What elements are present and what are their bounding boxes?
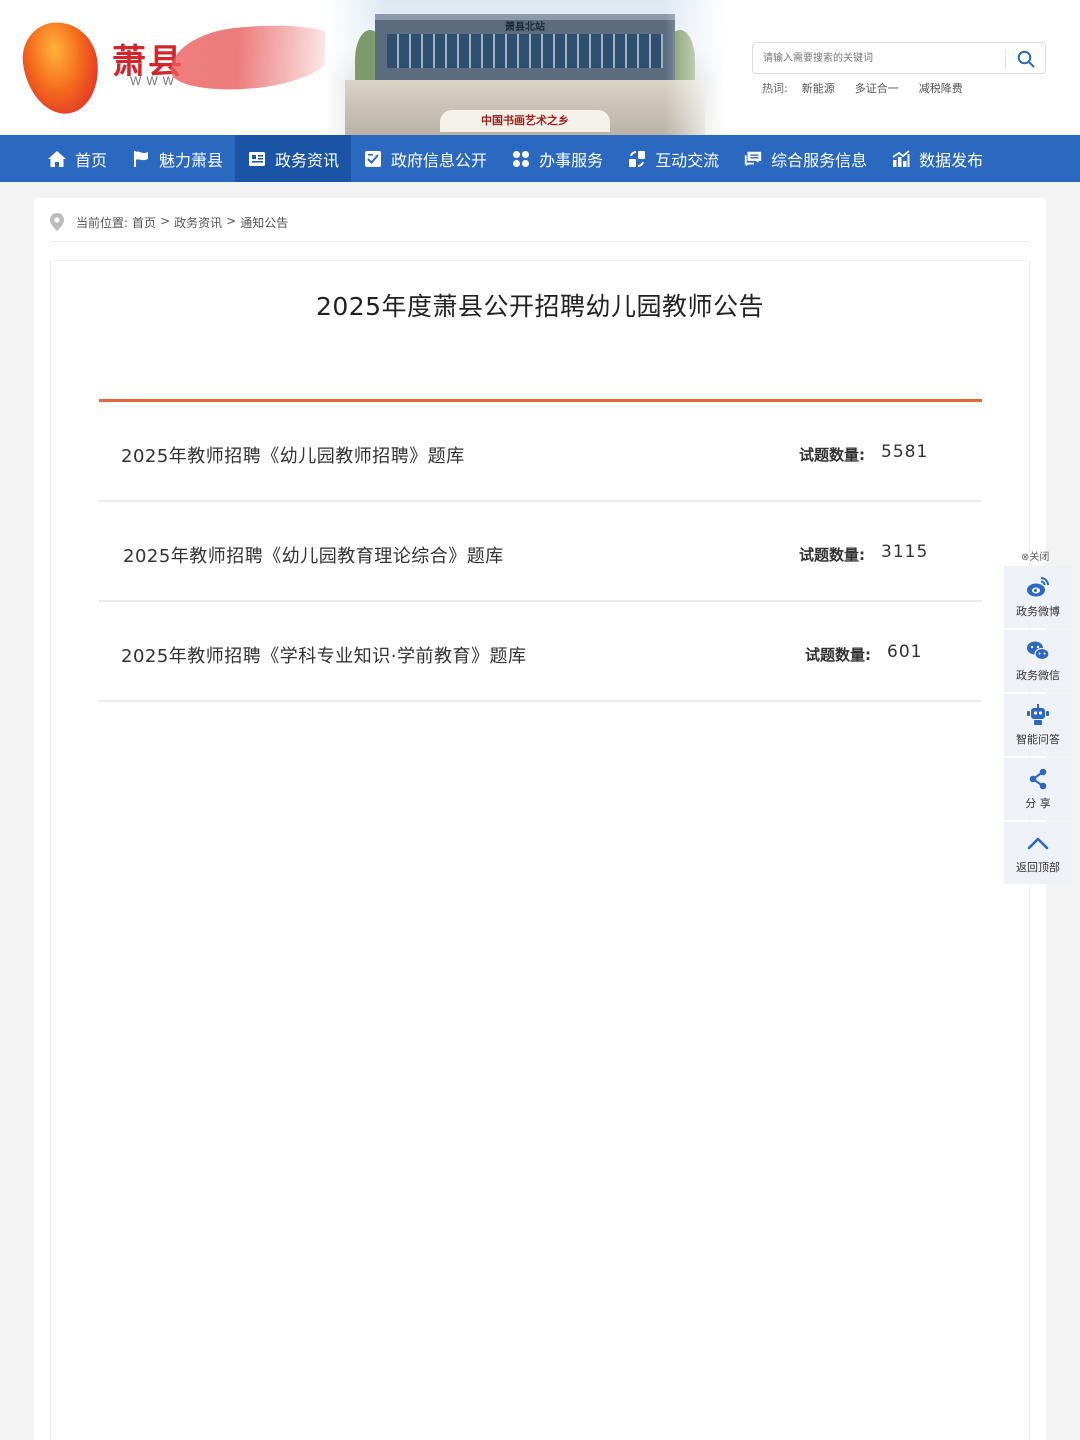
side-item-label: 返回顶部 bbox=[1016, 861, 1060, 874]
content-card: 当前位置: 首页 > 政务资讯 > 通知公告 2025年度萧县公开招聘幼儿园教师… bbox=[34, 198, 1046, 1440]
side-item-label: 政务微信 bbox=[1016, 669, 1060, 682]
question-count-label: 试题数量: bbox=[799, 446, 865, 464]
breadcrumb-separator: > bbox=[160, 214, 171, 228]
logo-emblem bbox=[17, 17, 105, 119]
chart-icon bbox=[891, 149, 911, 169]
search-button[interactable] bbox=[1011, 46, 1041, 72]
main-nav: 首页 魅力萧县 政务资讯 政府信息公开 办事服务 互动交流 综合服务信息 数据发… bbox=[0, 135, 1080, 182]
wechat-icon bbox=[1026, 639, 1050, 663]
breadcrumb-link-news[interactable]: 政务资讯 bbox=[174, 214, 222, 231]
side-item-back-to-top[interactable]: 返回顶部 bbox=[1004, 822, 1072, 884]
header-banner-image: 萧县北站 中国书画艺术之乡 bbox=[325, 0, 725, 135]
nav-item-interaction[interactable]: 互动交流 bbox=[615, 135, 731, 182]
nav-item-charm[interactable]: 魅力萧县 bbox=[119, 135, 235, 182]
logo-subtitle: WWW bbox=[130, 74, 179, 88]
nav-item-label: 综合服务信息 bbox=[771, 150, 868, 170]
nav-item-label: 魅力萧县 bbox=[159, 150, 224, 170]
breadcrumb-separator: > bbox=[226, 214, 237, 228]
side-item-qa[interactable]: 智能问答 bbox=[1004, 694, 1072, 756]
nav-item-label: 政务资讯 bbox=[275, 150, 340, 170]
hot-word-link[interactable]: 新能源 bbox=[802, 80, 835, 98]
hot-words-label: 热词: bbox=[762, 82, 788, 95]
banner-station-windows bbox=[387, 34, 663, 68]
grid-icon bbox=[511, 149, 531, 169]
banner-tree bbox=[665, 30, 695, 90]
breadcrumb-link-home[interactable]: 首页 bbox=[132, 214, 156, 231]
breadcrumb-link-notices[interactable]: 通知公告 bbox=[240, 214, 288, 231]
question-count-value: 5581 bbox=[881, 442, 929, 462]
question-count-label: 试题数量: bbox=[805, 646, 871, 664]
side-item-wechat[interactable]: 政务微信 bbox=[1004, 630, 1072, 692]
nav-item-home[interactable]: 首页 bbox=[35, 135, 119, 182]
site-logo[interactable]: 萧县 WWW bbox=[17, 17, 343, 119]
side-panel-close-button[interactable]: ⊗关闭 bbox=[1021, 548, 1049, 563]
side-item-share[interactable]: 分 享 bbox=[1004, 758, 1072, 820]
banner-plaque: 中国书画艺术之乡 bbox=[440, 110, 610, 132]
question-count-value: 3115 bbox=[881, 542, 929, 562]
exchange-icon bbox=[627, 149, 647, 169]
hot-word-link[interactable]: 多证合一 bbox=[855, 80, 899, 98]
article-body: 2025年度萧县公开招聘幼儿园教师公告 2025年教师招聘《幼儿园教师招聘》题库… bbox=[50, 260, 1030, 1440]
search-box bbox=[752, 42, 1046, 74]
share-icon bbox=[1026, 767, 1050, 791]
question-bank-name: 2025年教师招聘《幼儿园教师招聘》题库 bbox=[121, 446, 465, 467]
search-divider bbox=[1005, 49, 1006, 69]
nav-item-services[interactable]: 办事服务 bbox=[499, 135, 615, 182]
nav-item-label: 办事服务 bbox=[539, 150, 604, 170]
robot-icon bbox=[1026, 703, 1050, 727]
question-count-label: 试题数量: bbox=[799, 546, 865, 564]
home-icon bbox=[47, 149, 67, 169]
logo-obscured-region bbox=[167, 17, 343, 97]
banner-station-building: 萧县北站 bbox=[375, 14, 675, 80]
nav-item-label: 互动交流 bbox=[655, 150, 720, 170]
question-bank-name: 2025年教师招聘《学科专业知识·学前教育》题库 bbox=[121, 646, 527, 667]
nav-item-data[interactable]: 数据发布 bbox=[879, 135, 995, 182]
question-bank-row[interactable]: 2025年教师招聘《学科专业知识·学前教育》题库 试题数量: 601 bbox=[99, 602, 982, 702]
side-panel: 政务微博 政务微信 智能问答 分 享 返回顶部 bbox=[1004, 566, 1072, 886]
nav-item-label: 首页 bbox=[75, 150, 108, 170]
question-bank-name: 2025年教师招聘《幼儿园教育理论综合》题库 bbox=[123, 546, 504, 567]
location-pin-icon bbox=[50, 213, 64, 231]
question-bank-row[interactable]: 2025年教师招聘《幼儿园教师招聘》题库 试题数量: 5581 bbox=[99, 402, 982, 502]
breadcrumb: 当前位置: 首页 > 政务资讯 > 通知公告 bbox=[50, 213, 1030, 242]
nav-item-news[interactable]: 政务资讯 bbox=[235, 135, 352, 182]
question-bank-row[interactable]: 2025年教师招聘《幼儿园教育理论综合》题库 试题数量: 3115 bbox=[99, 502, 982, 602]
side-item-label: 智能问答 bbox=[1016, 733, 1060, 746]
side-item-weibo[interactable]: 政务微博 bbox=[1004, 566, 1072, 628]
document-check-icon bbox=[363, 149, 383, 169]
banner-station-name: 萧县北站 bbox=[505, 22, 545, 33]
article-title: 2025年度萧县公开招聘幼儿园教师公告 bbox=[315, 292, 765, 321]
question-count-value: 601 bbox=[887, 642, 923, 662]
nav-item-label: 政府信息公开 bbox=[391, 150, 488, 170]
breadcrumb-prefix: 当前位置: bbox=[76, 216, 129, 230]
nav-item-comprehensive[interactable]: 综合服务信息 bbox=[731, 135, 879, 182]
hot-word-link[interactable]: 减税降费 bbox=[919, 80, 963, 98]
side-item-label: 政务微博 bbox=[1016, 605, 1060, 618]
weibo-icon bbox=[1026, 575, 1050, 599]
chevron-up-icon bbox=[1026, 831, 1050, 855]
news-icon bbox=[247, 149, 267, 169]
nav-item-label: 数据发布 bbox=[919, 150, 984, 170]
nav-item-gov-info[interactable]: 政府信息公开 bbox=[351, 135, 499, 182]
message-icon bbox=[743, 149, 763, 169]
site-header: 萧县 WWW 萧县北站 中国书画艺术之乡 热词: 新能源 多证合一 减税降费 bbox=[0, 0, 1080, 135]
hot-words: 热词: 新能源 多证合一 减税降费 bbox=[762, 80, 983, 98]
flag-icon bbox=[131, 149, 151, 169]
search-icon bbox=[1017, 50, 1035, 68]
search-input[interactable] bbox=[754, 44, 1004, 72]
side-item-label: 分 享 bbox=[1025, 797, 1051, 810]
